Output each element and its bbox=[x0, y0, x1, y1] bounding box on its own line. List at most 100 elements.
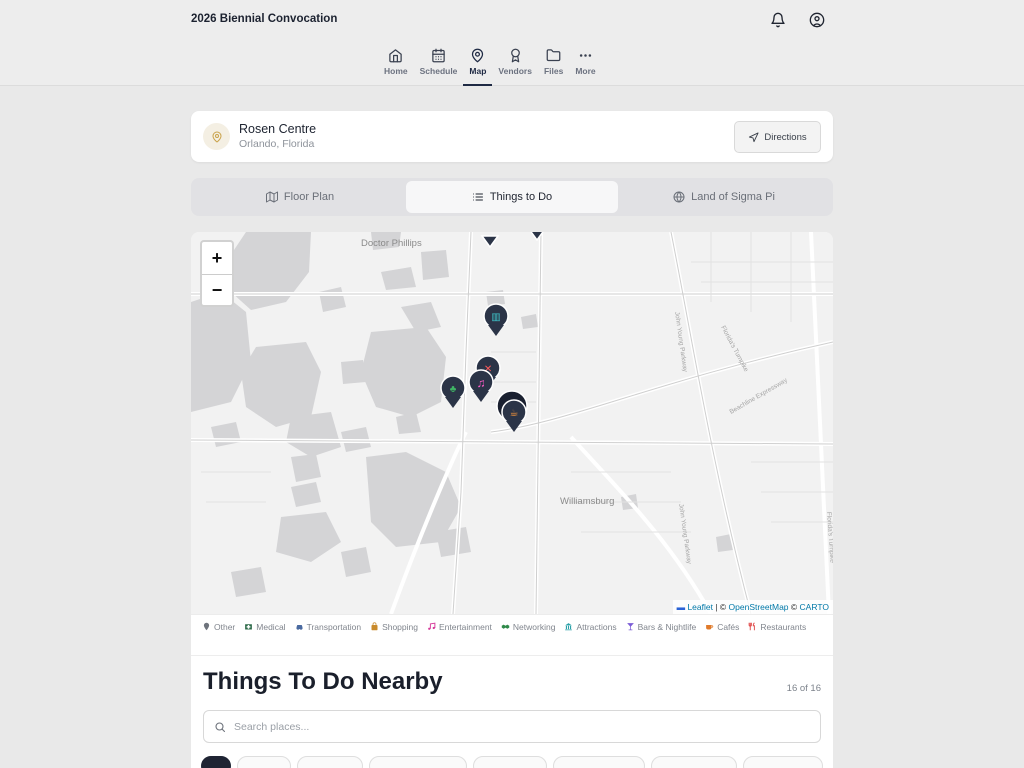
map-attribution: ▬ Leaflet | © OpenStreetMap © CARTO bbox=[672, 600, 833, 614]
search-box bbox=[203, 710, 821, 743]
nav-vendors[interactable]: Vendors bbox=[492, 46, 538, 86]
cocktail-icon bbox=[626, 623, 634, 631]
attribution-separator: | © bbox=[712, 602, 729, 612]
tab-label: Things to Do bbox=[489, 191, 553, 203]
nav-files[interactable]: Files bbox=[538, 46, 569, 86]
tab-label: Floor Plan bbox=[283, 191, 335, 203]
map-tiles: Doctor Phillips Williamsburg John Young … bbox=[191, 232, 833, 614]
venue-card: Rosen Centre Orlando, Florida Directions bbox=[191, 111, 833, 162]
map-pin-icon bbox=[472, 48, 484, 63]
legend-restaurants: Restaurants bbox=[748, 621, 806, 632]
legend-label: Transportation bbox=[306, 621, 362, 632]
nav-schedule[interactable]: Schedule bbox=[414, 46, 464, 86]
map-label-doctor-phillips: Doctor Phillips bbox=[361, 238, 422, 249]
pin-icon bbox=[203, 622, 210, 631]
legend-attractions: Attractions bbox=[564, 621, 617, 632]
directions-button[interactable]: Directions bbox=[734, 121, 821, 153]
venue-location: Orlando, Florida bbox=[239, 138, 315, 150]
legend-cafes: Cafés bbox=[705, 621, 739, 632]
legend-label: Cafés bbox=[717, 621, 740, 632]
category-chip[interactable] bbox=[297, 756, 363, 768]
legend-transportation: Transportation bbox=[295, 621, 362, 632]
account-icon[interactable] bbox=[808, 11, 826, 29]
nav-label-home: Home bbox=[384, 66, 408, 76]
legend-entertainment: Entertainment bbox=[427, 621, 492, 632]
tab-land-of-sigma-pi[interactable]: Land of Sigma Pi bbox=[618, 181, 830, 213]
ukraine-flag-icon: ▬ bbox=[676, 602, 686, 612]
svg-text:☕: ☕ bbox=[510, 408, 519, 419]
landmark-icon bbox=[565, 623, 573, 631]
legend-label: Restaurants bbox=[760, 621, 807, 632]
music-icon bbox=[428, 622, 436, 630]
legend-label: Attractions bbox=[576, 621, 617, 632]
map[interactable]: Doctor Phillips Williamsburg John Young … bbox=[191, 232, 833, 614]
medical-icon bbox=[245, 624, 253, 630]
map-label-williamsburg: Williamsburg bbox=[560, 496, 614, 507]
nav-label-schedule: Schedule bbox=[419, 66, 458, 76]
legend-label: Shopping bbox=[382, 621, 418, 632]
coffee-icon bbox=[706, 625, 714, 630]
venue-name: Rosen Centre bbox=[239, 122, 317, 136]
legend-other: Other bbox=[202, 621, 235, 632]
category-filter-chips bbox=[201, 756, 823, 768]
svg-text:♫: ♫ bbox=[477, 376, 486, 390]
tab-label: Land of Sigma Pi bbox=[691, 191, 775, 203]
nav-label-more: More bbox=[575, 66, 596, 76]
category-chip[interactable] bbox=[473, 756, 547, 768]
category-chip[interactable] bbox=[201, 756, 231, 768]
handshake-icon bbox=[501, 624, 510, 629]
legend-medical: Medical bbox=[244, 621, 286, 632]
bag-icon bbox=[371, 622, 378, 631]
nav-label-vendors: Vendors bbox=[498, 66, 532, 76]
nav-more[interactable]: More bbox=[569, 46, 601, 86]
tab-floor-plan[interactable]: Floor Plan bbox=[194, 181, 406, 213]
calendar-icon bbox=[432, 48, 445, 63]
bell-icon[interactable] bbox=[769, 11, 787, 29]
section-title: Things To Do Nearby bbox=[203, 668, 443, 695]
carto-link[interactable]: CARTO bbox=[800, 602, 829, 612]
main-nav: Home Schedule Map Vendors Files More bbox=[378, 46, 602, 86]
things-to-do-section: Things To Do Nearby 16 of 16 bbox=[191, 655, 833, 768]
legend-label: Medical bbox=[256, 621, 286, 632]
tab-things-to-do[interactable]: Things to Do bbox=[406, 181, 618, 213]
directions-label: Directions bbox=[764, 131, 807, 143]
category-chip[interactable] bbox=[237, 756, 291, 768]
search-icon bbox=[215, 721, 226, 732]
legend-label: Other bbox=[214, 621, 236, 632]
folder-icon bbox=[546, 49, 561, 62]
legend-networking: Networking bbox=[501, 621, 556, 632]
legend-bars: Bars & Nightlife bbox=[626, 621, 696, 632]
map-legend: Other Medical Transportation Shopping En… bbox=[191, 614, 833, 655]
globe-icon bbox=[673, 191, 685, 203]
svg-text:Y: Y bbox=[486, 232, 494, 234]
car-icon bbox=[296, 625, 303, 630]
nav-home[interactable]: Home bbox=[378, 46, 414, 86]
venue-pin-icon bbox=[203, 123, 230, 150]
nav-label-map: Map bbox=[469, 66, 487, 76]
more-icon bbox=[579, 54, 592, 57]
svg-text:▥: ▥ bbox=[491, 312, 500, 323]
category-chip[interactable] bbox=[743, 756, 823, 768]
app-title: 2026 Biennial Convocation bbox=[191, 13, 338, 25]
legend-shopping: Shopping bbox=[370, 621, 418, 632]
leaflet-link[interactable]: Leaflet bbox=[687, 602, 713, 612]
map-view-tabs: Floor Plan Things to Do Land of Sigma Pi bbox=[191, 178, 833, 216]
home-icon bbox=[389, 49, 403, 63]
legend-label: Entertainment bbox=[438, 621, 492, 632]
category-chip[interactable] bbox=[651, 756, 737, 768]
zoom-control: + − bbox=[200, 240, 234, 307]
zoom-out-button[interactable]: − bbox=[202, 274, 232, 306]
award-icon bbox=[510, 48, 520, 63]
zoom-in-button[interactable]: + bbox=[202, 242, 232, 274]
legend-label: Networking bbox=[512, 621, 556, 632]
osm-link[interactable]: OpenStreetMap bbox=[729, 602, 789, 612]
results-count: 16 of 16 bbox=[786, 683, 821, 694]
svg-text:♣: ♣ bbox=[450, 384, 457, 395]
category-chip[interactable] bbox=[369, 756, 467, 768]
search-input[interactable] bbox=[234, 720, 794, 733]
utensils-icon bbox=[749, 622, 756, 631]
top-bar: 2026 Biennial Convocation Home Schedule … bbox=[0, 0, 1024, 86]
nav-map[interactable]: Map bbox=[463, 46, 493, 86]
map-icon bbox=[265, 191, 278, 203]
category-chip[interactable] bbox=[553, 756, 645, 768]
